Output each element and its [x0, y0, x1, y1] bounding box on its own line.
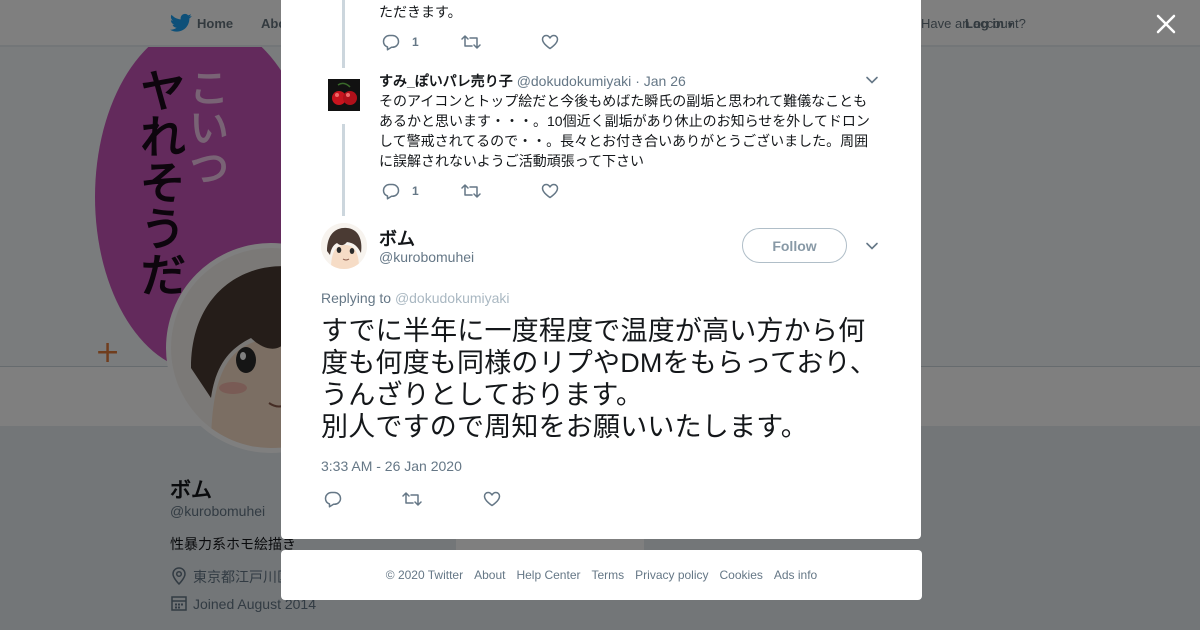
- reply-action[interactable]: 1: [382, 32, 419, 52]
- footer-link-cookies[interactable]: Cookies: [720, 568, 763, 582]
- footer-link-privacy[interactable]: Privacy policy: [635, 568, 708, 582]
- chevron-down-icon[interactable]: [865, 239, 879, 253]
- heart-icon: [541, 34, 559, 50]
- reply-action[interactable]: [324, 489, 342, 509]
- retweet-action[interactable]: [402, 489, 422, 509]
- main-tweet-avatar[interactable]: [321, 223, 367, 269]
- follow-button[interactable]: Follow: [742, 228, 847, 263]
- thread-tweet-1-actions: 1: [379, 32, 679, 52]
- footer-link-help-center[interactable]: Help Center: [516, 568, 580, 582]
- retweet-action[interactable]: [461, 32, 481, 52]
- replying-to-prefix: Replying to: [321, 290, 392, 306]
- close-icon[interactable]: [1152, 10, 1180, 38]
- tweet-permalink-modal: ただきます。 1 すみ_ぽいパレ売り子 @dokudokumiyaki · Ja…: [281, 0, 921, 539]
- anime-boy-avatar-image: [321, 223, 367, 269]
- thread-connector-line: [342, 124, 345, 216]
- thread-tweet-2-header: すみ_ぽいパレ売り子 @dokudokumiyaki · Jan 26: [379, 71, 686, 91]
- thread-tweet-1-text: ただきます。: [379, 4, 462, 20]
- thread-tweet-2-avatar[interactable]: [328, 79, 360, 111]
- main-tweet-timestamp[interactable]: 3:33 AM - 26 Jan 2020: [321, 458, 462, 474]
- footer-link-terms[interactable]: Terms: [591, 568, 624, 582]
- like-action[interactable]: [541, 181, 559, 201]
- retweet-icon: [461, 35, 481, 49]
- replying-to-line: Replying to @dokudokumiyaki: [321, 290, 510, 306]
- thread-connector-line: [342, 0, 345, 68]
- main-tweet-author-handle[interactable]: @kurobomuhei: [379, 249, 474, 265]
- main-tweet-author-name[interactable]: ボム: [379, 225, 415, 251]
- footer-copyright: © 2020 Twitter: [385, 568, 464, 582]
- replying-to-link[interactable]: @dokudokumiyaki: [395, 290, 510, 306]
- thread-tweet-2-actions: 1: [379, 181, 679, 201]
- reply-action[interactable]: 1: [382, 181, 419, 201]
- thread-tweet-2-date[interactable]: · Jan 26: [635, 73, 686, 89]
- thread-tweet-2-author-name[interactable]: すみ_ぽいパレ売り子: [379, 73, 513, 89]
- chevron-down-icon[interactable]: [865, 73, 879, 87]
- reply-count: 1: [412, 35, 419, 49]
- reply-icon: [382, 34, 400, 51]
- heart-icon: [541, 183, 559, 199]
- footer-link-about[interactable]: About: [474, 568, 505, 582]
- retweet-action[interactable]: [461, 181, 481, 201]
- thread-tweet-2-handle[interactable]: @dokudokumiyaki: [517, 73, 632, 89]
- retweet-icon: [461, 184, 481, 198]
- like-action[interactable]: [483, 489, 501, 509]
- like-action[interactable]: [541, 32, 559, 52]
- reply-icon: [382, 183, 400, 200]
- modal-footer: © 2020 Twitter About Help Center Terms P…: [281, 550, 922, 600]
- retweet-icon: [402, 492, 422, 506]
- main-tweet-text: すでに半年に一度程度で温度が高い方から何度も何度も同様のリプやDMをもらっており…: [321, 316, 877, 442]
- main-tweet-actions: [321, 489, 621, 509]
- footer-link-ads-info[interactable]: Ads info: [774, 568, 817, 582]
- reply-icon: [324, 491, 342, 508]
- cherries-avatar-image: [328, 79, 360, 111]
- thread-tweet-2-text: そのアイコンとトップ絵だと今後もめばた瞬氏の副垢と思われて難儀なこともあるかと思…: [379, 93, 870, 169]
- reply-count: 1: [412, 184, 419, 198]
- heart-icon: [483, 491, 501, 507]
